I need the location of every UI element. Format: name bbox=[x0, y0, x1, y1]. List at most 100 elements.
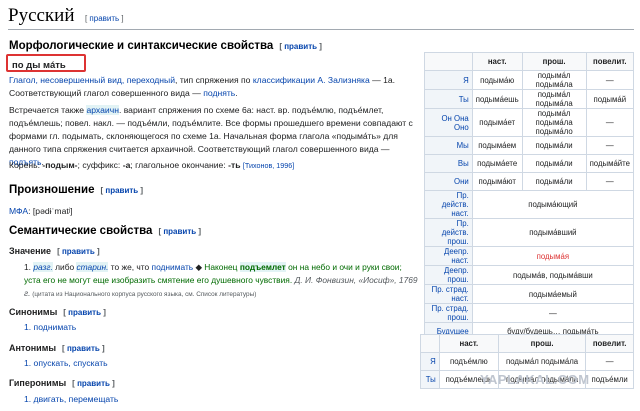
hypernym-link[interactable]: 1. двигать, перемещать bbox=[24, 394, 118, 404]
text: . bbox=[235, 88, 238, 98]
link-archaic[interactable]: архаичн bbox=[86, 105, 119, 115]
text: , тип спряжения по bbox=[175, 75, 253, 85]
link-archaic-mark[interactable]: старин. bbox=[76, 262, 109, 272]
text: то же, что bbox=[108, 262, 152, 272]
row-header[interactable]: Пр. действ. прош. bbox=[424, 218, 473, 247]
subsection-title-text: Антонимы bbox=[9, 343, 57, 353]
row-header[interactable]: Ты bbox=[424, 89, 473, 109]
antonyms-edit-link[interactable]: [ править ] bbox=[62, 344, 105, 353]
edit-label[interactable]: править bbox=[77, 379, 110, 388]
pron-edit-link[interactable]: [ править ] bbox=[100, 186, 143, 195]
table-row: Пр. действ. прош. подыма́вший bbox=[424, 218, 635, 247]
ipa-link[interactable]: МФА bbox=[9, 206, 28, 216]
example-highlight: подъемлет bbox=[239, 262, 286, 272]
link-colloquial[interactable]: разг. bbox=[33, 262, 53, 272]
link-zaliznyak[interactable]: классификации А. Зализняка bbox=[253, 75, 370, 85]
meaning-edit-link[interactable]: [ править ] bbox=[57, 247, 100, 256]
language-header: Русский [ править ] bbox=[8, 5, 634, 30]
edit-label[interactable]: править bbox=[67, 344, 100, 353]
row-header[interactable]: Вы bbox=[424, 154, 473, 173]
row-header[interactable]: Он Она Оно bbox=[424, 108, 473, 137]
hypernyms-edit-link[interactable]: [ править ] bbox=[72, 379, 115, 388]
root: -подым- bbox=[42, 160, 78, 170]
table-cell: подыма́в, подыма́вши bbox=[471, 265, 635, 285]
table-cell: подыма́й bbox=[585, 89, 635, 109]
section-title-text: Морфологические и синтаксические свойств… bbox=[9, 40, 274, 52]
meaning-title: Значение [ править ] bbox=[9, 246, 100, 256]
link-part-of-speech[interactable]: Глагол, несовершенный вид, переходный bbox=[9, 75, 175, 85]
table-row: Ты подыма́ешь подыма́л подыма́ла подыма́й bbox=[424, 89, 635, 109]
text: Встречается также bbox=[9, 105, 87, 115]
edit-label[interactable]: править bbox=[89, 14, 119, 23]
edit-label[interactable]: править bbox=[68, 308, 101, 317]
link-podnimat[interactable]: поднимать bbox=[152, 262, 194, 272]
table-header: повелит. bbox=[585, 334, 634, 353]
language-title: Русский bbox=[8, 5, 75, 26]
conjugation-table: наст. прош. повелит. Яподыма́ю подыма́л п… bbox=[424, 52, 635, 341]
row-header[interactable]: Деепр. наст. bbox=[424, 246, 473, 266]
table-row: Яподъе́млю подыма́л подыма́ла — bbox=[420, 352, 634, 371]
section-title-text: Произношение bbox=[9, 184, 95, 196]
table-cell: подыма́ли bbox=[521, 154, 587, 173]
row-header[interactable]: Деепр. прош. bbox=[424, 265, 473, 285]
reference-link[interactable]: [Тихонов, 1996] bbox=[243, 161, 294, 170]
table-cell: подыма́вший bbox=[471, 218, 635, 247]
section-title-text: Семантические свойства bbox=[9, 225, 153, 237]
text: 1. bbox=[24, 262, 34, 272]
table-header: прош. bbox=[497, 334, 587, 353]
synonyms-title: Синонимы [ править ] bbox=[9, 307, 106, 317]
antonyms-title: Антонимы [ править ] bbox=[9, 343, 105, 353]
table-cell: — bbox=[585, 108, 635, 137]
edit-label[interactable]: править bbox=[105, 186, 138, 195]
table-header bbox=[424, 52, 473, 71]
row-header[interactable]: Они bbox=[424, 172, 473, 191]
table-header bbox=[420, 334, 440, 353]
morph-section-title: Морфологические и синтаксические свойств… bbox=[9, 40, 322, 52]
row-header[interactable]: Пр. действ. наст. bbox=[424, 190, 473, 219]
table-row: Пр. страд. прош. — bbox=[424, 303, 635, 323]
synonym-link[interactable]: 1. поднимать bbox=[24, 322, 76, 332]
table-row: Деепр. прош. подыма́в, подыма́вши bbox=[424, 265, 635, 285]
sem-edit-link[interactable]: [ править ] bbox=[158, 227, 201, 236]
text: Корень: bbox=[9, 160, 43, 170]
synonyms-edit-link[interactable]: [ править ] bbox=[63, 308, 106, 317]
table-row: Он Она Оно подыма́ет подыма́л подыма́ла по… bbox=[424, 108, 635, 137]
example-source: (цитата из Национального корпуса русског… bbox=[30, 291, 257, 298]
table-cell: подыма́ли bbox=[521, 136, 587, 155]
morph-edit-link[interactable]: [ править ] bbox=[279, 42, 322, 51]
ipa-line: МФА: [pədɨˈmatʲ] bbox=[9, 205, 414, 218]
table-row: Они подыма́ют подыма́ли — bbox=[424, 172, 635, 191]
table-row: Вы подыма́ете подыма́ли подыма́йте bbox=[424, 154, 635, 173]
table-row: Мы подыма́ем подыма́ли — bbox=[424, 136, 635, 155]
row-header[interactable]: Пр. страд. прош. bbox=[424, 303, 473, 323]
pronunciation-section-title: Произношение [ править ] bbox=[9, 184, 143, 196]
language-edit-link[interactable]: [ править ] bbox=[85, 14, 124, 23]
subsection-title-text: Значение bbox=[9, 246, 52, 256]
table-row: Деепр. наст. подыма́я bbox=[424, 246, 635, 266]
link-podnyat[interactable]: поднять bbox=[203, 88, 235, 98]
example-text: Наконец bbox=[204, 262, 240, 272]
table-cell: подыма́ем bbox=[471, 136, 523, 155]
antonym-item: 1. опускать, спускать bbox=[24, 358, 108, 368]
row-header[interactable]: Ты bbox=[420, 370, 440, 389]
edit-label[interactable]: править bbox=[163, 227, 196, 236]
ipa-value: : [pədɨˈmatʲ] bbox=[28, 206, 73, 216]
row-header[interactable]: Мы bbox=[424, 136, 473, 155]
table-cell: подыма́ю bbox=[471, 70, 523, 90]
table-cell: подъе́мли bbox=[585, 370, 634, 389]
row-header[interactable]: Пр. страд. наст. bbox=[424, 284, 473, 304]
table-header: повелит. bbox=[585, 52, 635, 71]
hypernym-item: 1. двигать, перемещать bbox=[24, 394, 118, 404]
row-header[interactable]: Я bbox=[424, 70, 473, 90]
edit-label[interactable]: править bbox=[284, 42, 317, 51]
table-header: наст. bbox=[471, 52, 523, 71]
morph-paragraph-root: Корень: -подым-; суффикс: -а; глагольное… bbox=[9, 159, 414, 172]
table-cell: подыма́ешь bbox=[471, 89, 523, 109]
antonym-link[interactable]: 1. опускать, спускать bbox=[24, 358, 108, 368]
edit-label[interactable]: править bbox=[62, 247, 95, 256]
table-header: наст. bbox=[438, 334, 499, 353]
meaning-definition: 1. разг. либо старин. то же, что поднима… bbox=[24, 261, 420, 301]
row-header[interactable]: Я bbox=[420, 352, 440, 371]
table-cell: — bbox=[585, 136, 635, 155]
table-cell: подыма́емый bbox=[471, 284, 635, 304]
